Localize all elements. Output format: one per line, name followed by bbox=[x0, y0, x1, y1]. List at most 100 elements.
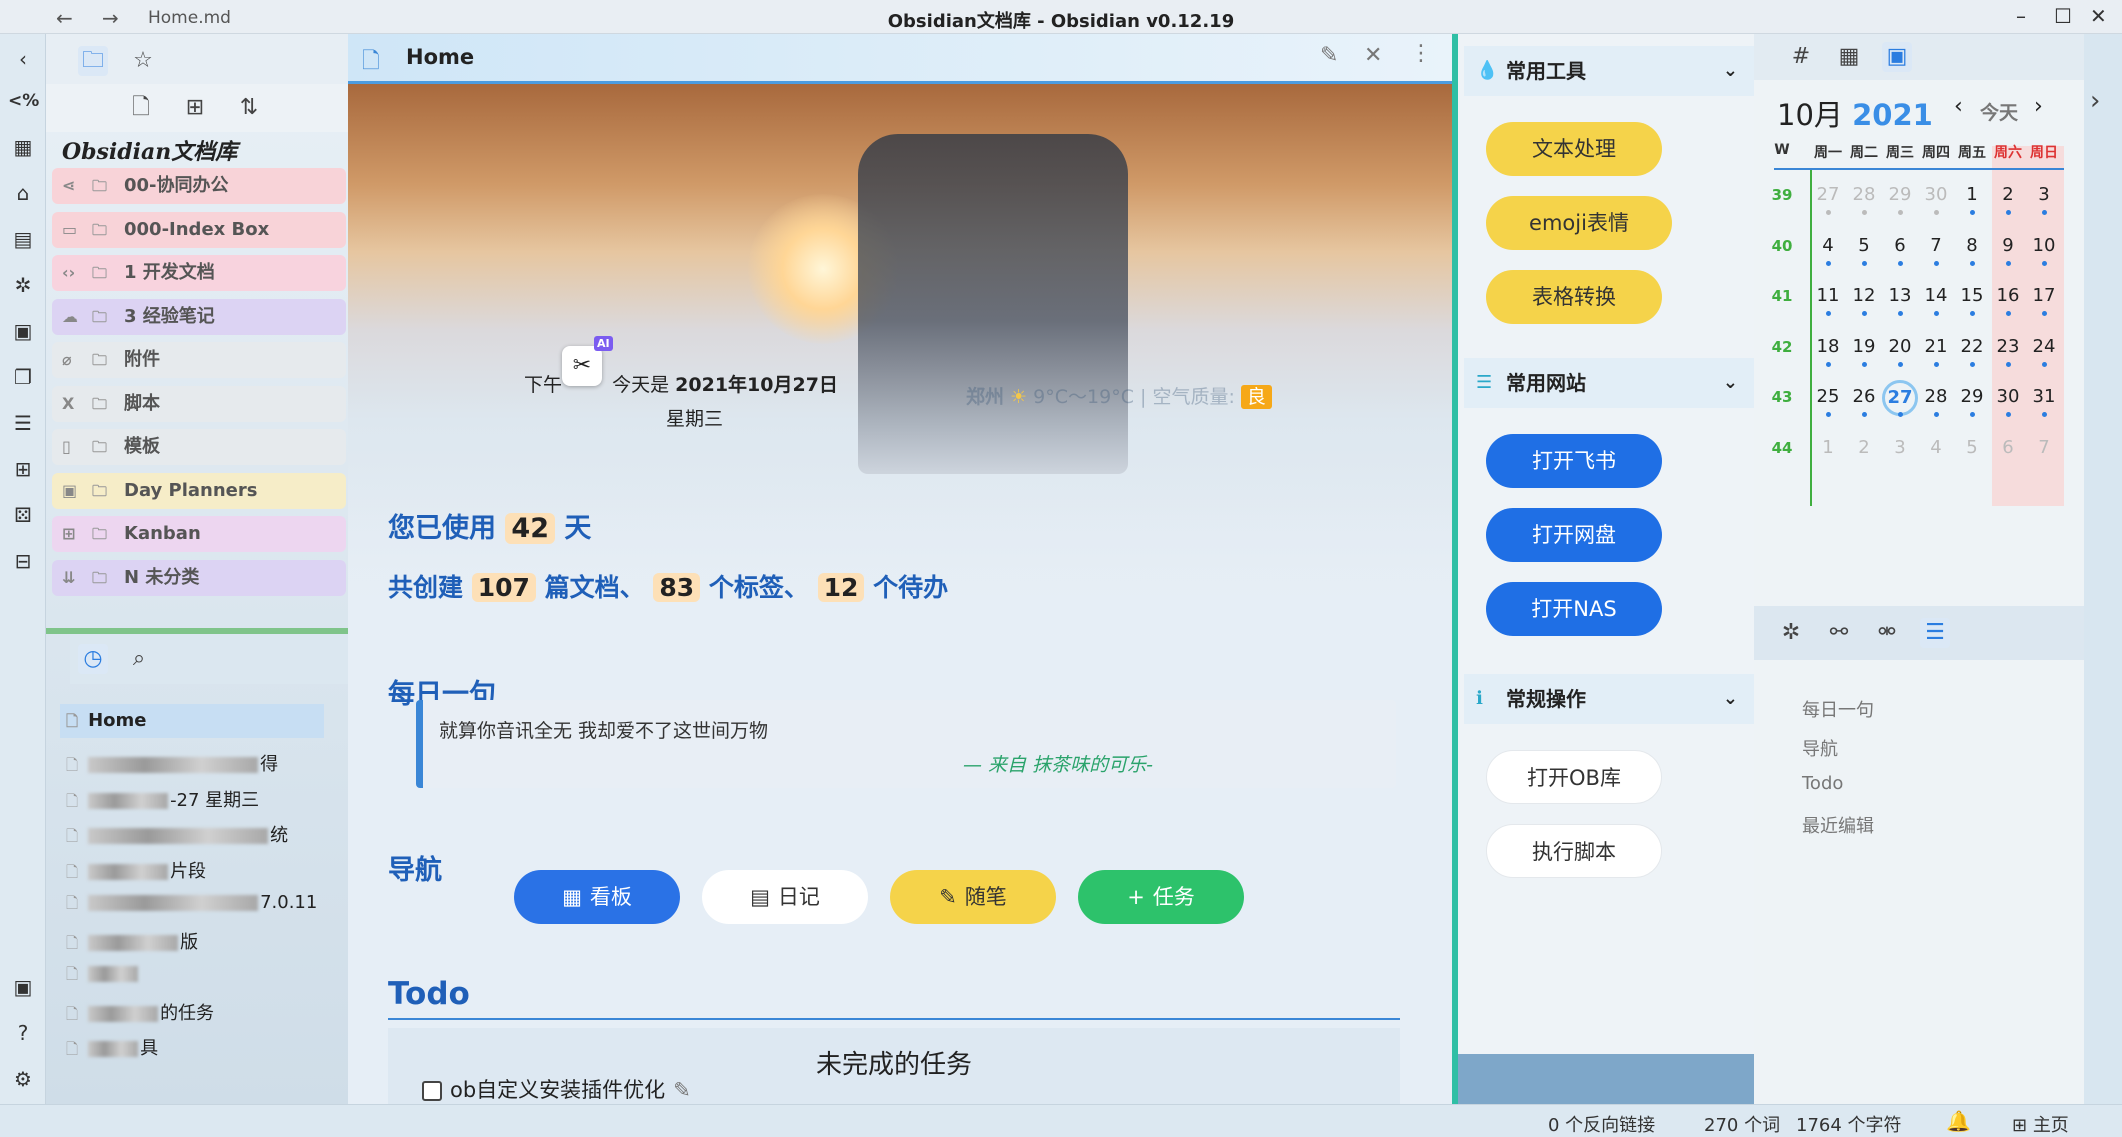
folder-item[interactable]: ▯ 🗀 模板 bbox=[52, 429, 346, 465]
outline-item[interactable]: 每日一句 bbox=[1802, 696, 1874, 722]
folder-item[interactable]: X 🗀 脚本 bbox=[52, 385, 346, 422]
calendar-day-today[interactable]: 27 bbox=[1882, 380, 1918, 416]
tag-hash-icon[interactable]: # bbox=[1786, 42, 1816, 72]
calendar-day[interactable]: 12 bbox=[1846, 285, 1882, 306]
help-icon[interactable]: ? bbox=[8, 1018, 38, 1048]
calendar-day[interactable]: 16 bbox=[1990, 285, 2026, 306]
chevron-down-icon[interactable]: ⌄ bbox=[1723, 358, 1738, 408]
recent-file-item[interactable]: 🗋 bbox=[66, 963, 346, 989]
folder-item[interactable]: ▭ 🗀 000-Index Box bbox=[52, 211, 346, 248]
calendar-day[interactable]: 29 bbox=[1882, 184, 1918, 205]
document-icon[interactable]: ▤ bbox=[8, 224, 38, 254]
outgoing-links-icon[interactable]: ⚮ bbox=[1872, 618, 1902, 648]
calendar-day[interactable]: 14 bbox=[1918, 285, 1954, 306]
recent-files-tab-icon[interactable]: ◷ bbox=[78, 644, 108, 674]
nav-button-4[interactable]: + 任务 bbox=[1078, 870, 1244, 924]
search-icon[interactable]: ⌕ bbox=[124, 644, 154, 674]
calendar-day[interactable]: 13 bbox=[1882, 285, 1918, 306]
recent-file-item[interactable]: 🗋 的任务 bbox=[66, 999, 346, 1029]
recent-file-item[interactable]: 🗋 7.0.11 bbox=[66, 892, 346, 918]
calendar-day[interactable]: 4 bbox=[1810, 235, 1846, 256]
calendar-day[interactable]: 5 bbox=[1954, 437, 1990, 458]
copy-icon[interactable]: ❐ bbox=[8, 362, 38, 392]
calendar-day[interactable]: 19 bbox=[1846, 336, 1882, 357]
calendar-day[interactable]: 9 bbox=[1990, 235, 2026, 256]
grid-icon[interactable]: ⊟ bbox=[8, 546, 38, 576]
calendar-day[interactable]: 7 bbox=[2026, 437, 2062, 458]
tool-button[interactable]: emoji表情 bbox=[1486, 196, 1672, 250]
more-options-icon[interactable]: ⋮ bbox=[1410, 41, 1432, 66]
calendar-day[interactable]: 26 bbox=[1846, 386, 1882, 407]
chevron-down-icon[interactable]: ⌄ bbox=[1723, 46, 1738, 96]
starred-tab-icon[interactable]: ☆ bbox=[128, 46, 158, 76]
calendar-day[interactable]: 28 bbox=[1846, 184, 1882, 205]
calendar-day[interactable]: 30 bbox=[1990, 386, 2026, 407]
graph-view-icon[interactable]: ✲ bbox=[1776, 618, 1806, 648]
calendar-day[interactable]: 6 bbox=[1882, 235, 1918, 256]
calendar-day[interactable]: 18 bbox=[1810, 336, 1846, 357]
recent-file-item[interactable]: 🗋 得 bbox=[66, 750, 346, 780]
vault-icon[interactable]: ▣ bbox=[8, 972, 38, 1002]
outline-item[interactable]: 导航 bbox=[1802, 735, 1838, 761]
calendar-day[interactable]: 30 bbox=[1918, 184, 1954, 205]
calendar-day[interactable]: 20 bbox=[1882, 336, 1918, 357]
backlinks-count[interactable]: 0 个反向链接 bbox=[1548, 1111, 1655, 1137]
graph-icon[interactable]: ✲ bbox=[8, 270, 38, 300]
calendar-tab-icon[interactable]: ▣ bbox=[1882, 42, 1912, 72]
section-header-1[interactable]: 💧 常用工具 ⌄ bbox=[1464, 46, 1754, 96]
calendar-check-icon[interactable]: ▣ bbox=[8, 316, 38, 346]
collapse-sidebar-icon[interactable]: ‹ bbox=[8, 44, 38, 74]
section-header-2[interactable]: ☰ 常用网站 ⌄ bbox=[1464, 358, 1754, 408]
blocks-icon[interactable]: ⊞ bbox=[8, 454, 38, 484]
section-header-3[interactable]: ℹ 常规操作 ⌄ bbox=[1464, 674, 1754, 724]
calendar-day[interactable]: 1 bbox=[1954, 184, 1990, 205]
edit-pencil-icon[interactable]: ✎ bbox=[673, 1078, 691, 1102]
calendar-day[interactable]: 23 bbox=[1990, 336, 2026, 357]
calendar-day[interactable]: 10 bbox=[2026, 235, 2062, 256]
calendar-day[interactable]: 8 bbox=[1954, 235, 1990, 256]
dice-icon[interactable]: ⚄ bbox=[8, 500, 38, 530]
maximize-button[interactable]: ☐ bbox=[2054, 4, 2072, 28]
calendar-day[interactable]: 7 bbox=[1918, 235, 1954, 256]
calendar-day[interactable]: 11 bbox=[1810, 285, 1846, 306]
home-status[interactable]: ⊞ 主页 bbox=[2012, 1111, 2069, 1137]
recent-file-item[interactable]: 🗋 统 bbox=[66, 821, 346, 851]
minimize-button[interactable]: – bbox=[2016, 4, 2026, 28]
table-icon[interactable]: ▦ bbox=[8, 132, 38, 162]
chevron-down-icon[interactable]: ⌄ bbox=[1723, 674, 1738, 724]
new-note-icon[interactable]: 🗋 bbox=[126, 93, 156, 123]
calendar-day[interactable]: 3 bbox=[2026, 184, 2062, 205]
tool-button[interactable]: 执行脚本 bbox=[1486, 824, 1662, 878]
recent-file-item[interactable]: 🗋 具 bbox=[66, 1034, 346, 1064]
today-button[interactable]: 今天 bbox=[1980, 98, 2018, 125]
calendar-day[interactable]: 22 bbox=[1954, 336, 1990, 357]
settings-icon[interactable]: ⚙ bbox=[8, 1064, 38, 1094]
todo-checkbox[interactable] bbox=[422, 1081, 442, 1101]
backlinks-icon[interactable]: ⚯ bbox=[1824, 618, 1854, 648]
nav-button-1[interactable]: ▦ 看板 bbox=[514, 870, 680, 924]
file-explorer-tab-icon[interactable]: 🗀 bbox=[78, 46, 108, 76]
table-view-icon[interactable]: ▦ bbox=[1834, 42, 1864, 72]
calendar-day[interactable]: 5 bbox=[1846, 235, 1882, 256]
folder-item[interactable]: ☁ 🗀 3 经验笔记 bbox=[52, 298, 346, 335]
calendar-day[interactable]: 6 bbox=[1990, 437, 2026, 458]
calendar-day[interactable]: 31 bbox=[2026, 386, 2062, 407]
recent-file-item[interactable]: 🗋 Home bbox=[60, 704, 324, 738]
tool-button[interactable]: 打开飞书 bbox=[1486, 434, 1662, 488]
folder-item[interactable]: ⊞ 🗀 Kanban bbox=[52, 516, 346, 552]
outline-item[interactable]: 最近编辑 bbox=[1802, 812, 1874, 838]
calendar-day[interactable]: 2 bbox=[1990, 184, 2026, 205]
folder-item[interactable]: ⌀ 🗀 附件 bbox=[52, 342, 346, 378]
calendar-day[interactable]: 17 bbox=[2026, 285, 2062, 306]
nav-button-3[interactable]: ✎ 随笔 bbox=[890, 870, 1056, 924]
home-icon[interactable]: ⌂ bbox=[8, 178, 38, 208]
tool-button[interactable]: 表格转换 bbox=[1486, 270, 1662, 324]
tool-button[interactable]: 文本处理 bbox=[1486, 122, 1662, 176]
stack-icon[interactable]: ☰ bbox=[8, 408, 38, 438]
collapse-right-sidebar-icon[interactable]: › bbox=[2090, 86, 2100, 116]
calendar-day[interactable]: 24 bbox=[2026, 336, 2062, 357]
calendar-day[interactable]: 27 bbox=[1810, 184, 1846, 205]
code-percent-icon[interactable]: <% bbox=[8, 86, 39, 116]
recent-file-item[interactable]: 🗋 -27 星期三 bbox=[66, 786, 346, 816]
calendar-day[interactable]: 28 bbox=[1918, 386, 1954, 407]
